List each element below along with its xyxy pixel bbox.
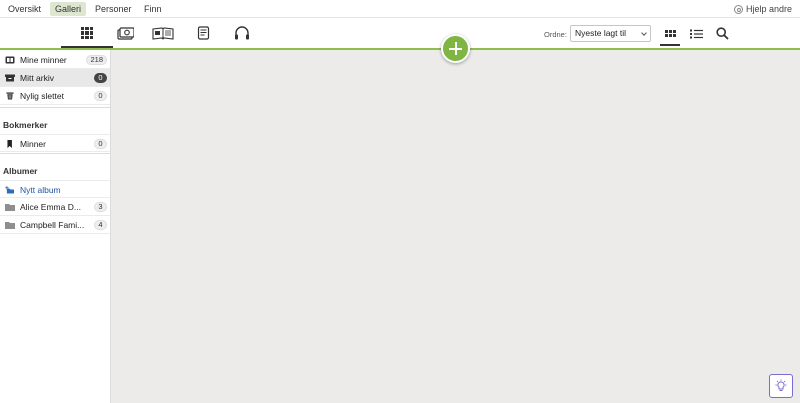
list-view-button[interactable] xyxy=(687,25,705,42)
headphones-icon xyxy=(235,26,249,40)
new-album-button[interactable]: Nytt album xyxy=(0,180,110,198)
list-view-icon xyxy=(689,29,703,38)
nav-galleri[interactable]: Galleri xyxy=(50,2,87,16)
folder-icon xyxy=(5,222,15,229)
book-icon xyxy=(152,26,174,40)
nav-personer[interactable]: Personer xyxy=(90,2,137,16)
folder-icon xyxy=(5,204,15,211)
nav-oversikt[interactable]: Oversikt xyxy=(3,2,46,16)
chevron-down-icon xyxy=(641,30,647,36)
memories-icon xyxy=(5,56,15,64)
grid-icon xyxy=(80,26,94,40)
sidebar-item-label: Nylig slettet xyxy=(20,91,64,101)
sidebar-item-label: Mitt arkiv xyxy=(20,73,54,83)
archive-icon xyxy=(5,74,15,82)
search-button[interactable] xyxy=(713,25,731,42)
top-navigation: Oversikt Galleri Personer Finn Hjelp and… xyxy=(0,0,800,18)
count-badge: 218 xyxy=(86,55,107,65)
search-icon xyxy=(715,27,729,40)
trash-icon xyxy=(6,92,14,100)
photos-icon xyxy=(117,26,134,40)
sidebar-item-minner[interactable]: Minner 0 xyxy=(0,134,110,152)
tips-button[interactable] xyxy=(769,374,793,398)
grid-view-icon xyxy=(664,30,676,37)
add-memory-button[interactable] xyxy=(441,34,470,63)
sidebar-item-label: Alice Emma D... xyxy=(20,202,81,212)
count-badge: 0 xyxy=(94,91,107,101)
order-label: Ordne: xyxy=(544,30,567,39)
sidebar-item-label: Minner xyxy=(20,139,46,149)
count-badge: 3 xyxy=(94,202,107,212)
order-value: Nyeste lagt til xyxy=(575,28,627,38)
sidebar-item-album-alice[interactable]: Alice Emma D... 3 xyxy=(0,198,110,216)
bookmarks-heading: Bokmerker xyxy=(3,120,48,130)
gallery-content-area xyxy=(111,50,800,403)
count-badge: 4 xyxy=(94,220,107,230)
sidebar-item-nylig-slettet[interactable]: Nylig slettet 0 xyxy=(0,87,110,105)
sidebar-item-mitt-arkiv[interactable]: Mitt arkiv 0 xyxy=(0,69,110,87)
bookmark-icon xyxy=(7,140,12,148)
sidebar-item-label: Campbell Fami... xyxy=(20,220,85,230)
tab-photos[interactable] xyxy=(105,21,145,45)
lifebuoy-icon xyxy=(733,4,743,14)
help-label: Hjelp andre xyxy=(745,4,792,14)
nav-finn[interactable]: Finn xyxy=(139,2,167,16)
new-folder-icon xyxy=(5,186,14,194)
help-others-link[interactable]: Hjelp andre xyxy=(733,2,792,16)
albums-heading: Albumer xyxy=(3,166,38,176)
sidebar: Mine minner 218 Mitt arkiv 0 Nylig slett… xyxy=(0,50,111,403)
order-select[interactable]: Nyeste lagt til xyxy=(570,25,651,42)
count-badge: 0 xyxy=(94,73,107,83)
sidebar-item-album-campbell[interactable]: Campbell Fami... 4 xyxy=(0,216,110,234)
lightbulb-icon xyxy=(775,379,787,391)
tab-audio[interactable] xyxy=(222,21,262,45)
tab-documents[interactable] xyxy=(183,21,223,45)
divider xyxy=(0,107,110,108)
new-album-label: Nytt album xyxy=(20,185,61,195)
document-icon xyxy=(197,26,209,40)
divider xyxy=(0,153,110,154)
sidebar-item-label: Mine minner xyxy=(20,55,67,65)
tab-stories[interactable] xyxy=(143,21,183,45)
count-badge: 0 xyxy=(94,139,107,149)
tab-all[interactable] xyxy=(61,21,113,48)
grid-view-button[interactable] xyxy=(660,25,680,46)
sidebar-item-mine-minner[interactable]: Mine minner 218 xyxy=(0,51,110,69)
